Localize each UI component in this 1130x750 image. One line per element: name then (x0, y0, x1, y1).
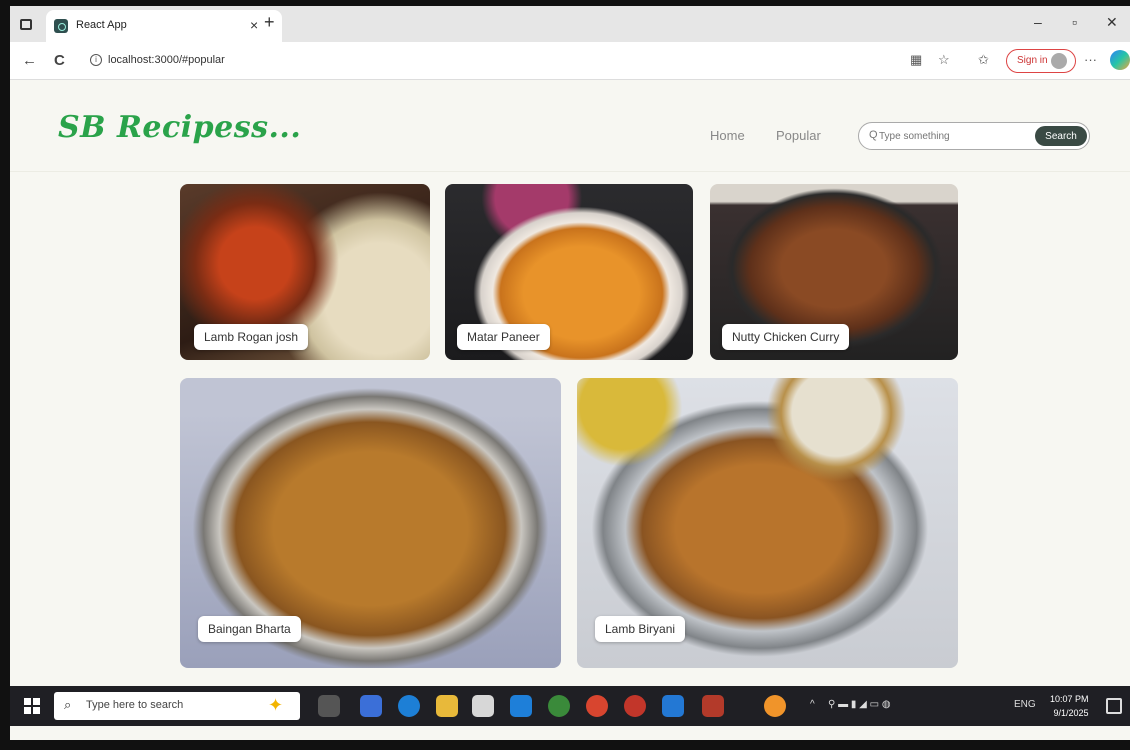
windows-start-icon[interactable] (24, 698, 40, 714)
site-info-icon[interactable]: i (90, 54, 102, 66)
chrome-profile-icon[interactable] (586, 695, 608, 717)
close-window-icon[interactable]: ✕ (1106, 14, 1118, 31)
reload-icon[interactable]: C (54, 52, 65, 69)
browser-toolbar: ← C i localhost:3000/#popular ▦ ☆ ✩ Sign… (10, 42, 1130, 80)
recipe-card-label: Matar Paneer (457, 324, 550, 350)
more-options-icon[interactable]: ··· (1084, 52, 1097, 67)
taskbar-search-placeholder: Type here to search (86, 699, 184, 711)
maximize-icon[interactable]: ▫ (1072, 14, 1077, 30)
profile-avatar-icon (1051, 53, 1067, 69)
search-icon: Q (869, 129, 878, 141)
clock-date: 9/1/2025 (1053, 708, 1089, 718)
favorite-star-icon[interactable]: ☆ (938, 52, 950, 68)
edge-browser-icon[interactable] (398, 695, 420, 717)
store-icon[interactable] (472, 695, 494, 717)
copilot-app-icon[interactable] (360, 695, 382, 717)
recipe-card-label: Baingan Bharta (198, 616, 301, 642)
notifications-icon[interactable] (1106, 698, 1122, 714)
app-icon[interactable] (764, 695, 786, 717)
tray-icons[interactable]: ⚲ ▬ ▮ ◢ ▭ ◍ (828, 699, 891, 710)
nav-popular-link[interactable]: Popular (776, 128, 821, 143)
recipe-card[interactable]: Nutty Chicken Curry (710, 184, 958, 360)
address-bar[interactable]: localhost:3000/#popular (108, 54, 225, 66)
reader-view-icon[interactable]: ▦ (910, 52, 922, 68)
react-favicon-icon (54, 19, 68, 33)
nav-home-link[interactable]: Home (710, 128, 745, 143)
taskbar: ⌕ Type here to search ✦ ^ ⚲ ▬ ▮ ◢ ▭ ◍ EN… (10, 686, 1130, 726)
search-form: Q Search (858, 122, 1090, 150)
tray-chevron-icon[interactable]: ^ (810, 699, 815, 710)
recipe-card[interactable]: Lamb Rogan josh (180, 184, 430, 360)
file-explorer-icon[interactable] (436, 695, 458, 717)
sign-in-button[interactable]: Sign in (1006, 49, 1076, 73)
vscode-icon[interactable] (662, 695, 684, 717)
search-button[interactable]: Search (1035, 126, 1087, 146)
recipe-card-label: Lamb Rogan josh (194, 324, 309, 350)
app-logo[interactable]: SB Recipess... (58, 110, 301, 145)
recipe-card-label: Lamb Biryani (595, 616, 686, 642)
sign-in-label: Sign in (1017, 55, 1048, 66)
chrome-icon[interactable] (548, 695, 570, 717)
recipe-card-label: Nutty Chicken Curry (722, 324, 850, 350)
minimize-icon[interactable]: – (1034, 14, 1042, 30)
browser-tab-strip: React App × + – ▫ ✕ (10, 6, 1130, 42)
favorites-icon[interactable]: ✩ (978, 52, 989, 68)
recipe-card[interactable]: Baingan Bharta (180, 378, 561, 668)
recipe-card[interactable]: Matar Paneer (445, 184, 693, 360)
sparkle-icon: ✦ (268, 695, 284, 715)
search-input[interactable] (879, 127, 1029, 145)
taskbar-search-box[interactable]: ⌕ Type here to search ✦ (54, 692, 300, 720)
chrome-alt-icon[interactable] (624, 695, 646, 717)
copilot-icon[interactable] (1110, 50, 1130, 70)
screen: React App × + – ▫ ✕ ← C i localhost:3000… (10, 6, 1130, 740)
tab-close-icon[interactable]: × (250, 17, 258, 33)
recipe-card[interactable]: Lamb Biryani (577, 378, 958, 668)
tab-react-app[interactable]: React App × (46, 10, 282, 42)
new-tab-icon[interactable]: + (264, 12, 275, 33)
clock-time: 10:07 PM (1050, 694, 1089, 704)
terminal-app-icon[interactable] (702, 695, 724, 717)
tab-actions-icon[interactable] (20, 19, 32, 30)
taskbar-clock[interactable]: 10:07 PM 9/1/2025 (1050, 692, 1089, 720)
task-view-icon[interactable] (318, 695, 340, 717)
search-icon: ⌕ (64, 697, 72, 712)
tab-title: React App (76, 19, 127, 31)
language-indicator[interactable]: ENG (1014, 699, 1036, 710)
app-header: SB Recipess... Home Popular Q Search (10, 80, 1130, 172)
mail-icon[interactable] (510, 695, 532, 717)
back-icon[interactable]: ← (22, 52, 37, 69)
